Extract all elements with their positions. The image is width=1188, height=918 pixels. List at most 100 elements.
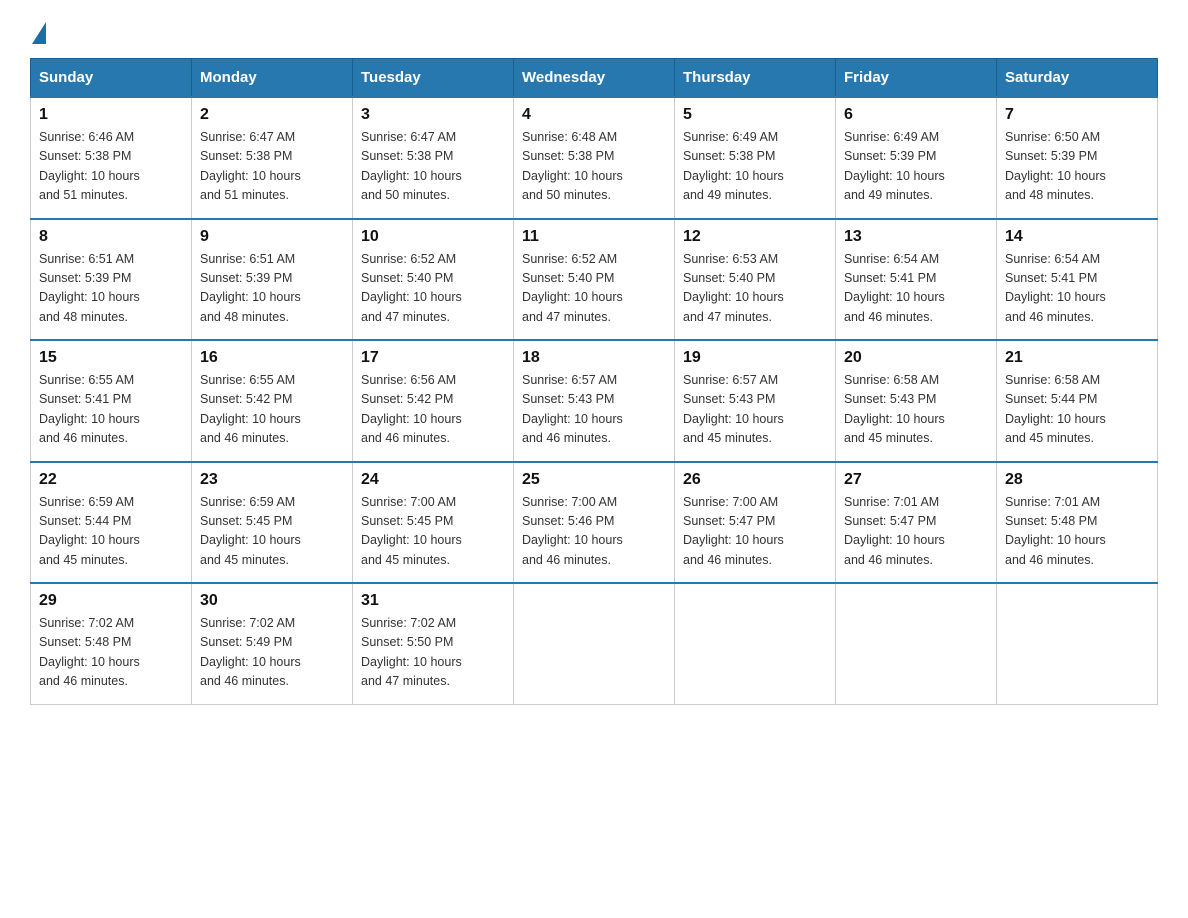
day-number: 18 xyxy=(522,349,666,367)
day-number: 2 xyxy=(200,106,344,124)
day-number: 20 xyxy=(844,349,988,367)
day-number: 6 xyxy=(844,106,988,124)
day-info: Sunrise: 6:55 AMSunset: 5:41 PMDaylight:… xyxy=(39,371,183,449)
day-cell: 24 Sunrise: 7:00 AMSunset: 5:45 PMDayligh… xyxy=(353,462,514,584)
day-info: Sunrise: 7:00 AMSunset: 5:45 PMDaylight:… xyxy=(361,493,505,571)
day-info: Sunrise: 6:52 AMSunset: 5:40 PMDaylight:… xyxy=(361,250,505,328)
day-number: 28 xyxy=(1005,471,1149,489)
day-info: Sunrise: 6:47 AMSunset: 5:38 PMDaylight:… xyxy=(361,128,505,206)
day-number: 13 xyxy=(844,228,988,246)
day-cell: 16Sunrise: 6:55 AMSunset: 5:42 PMDayligh… xyxy=(192,340,353,462)
day-info: Sunrise: 6:59 AMSunset: 5:45 PMDaylight:… xyxy=(200,493,344,571)
week-row-4: 22 Sunrise: 6:59 AMSunset: 5:44 PMDayligh… xyxy=(31,462,1158,584)
day-cell: 28 Sunrise: 7:01 AMSunset: 5:48 PMDayligh… xyxy=(997,462,1158,584)
day-info: Sunrise: 7:02 AMSunset: 5:48 PMDaylight:… xyxy=(39,614,183,692)
calendar-table: SundayMondayTuesdayWednesdayThursdayFrid… xyxy=(30,58,1158,705)
day-number: 16 xyxy=(200,349,344,367)
day-info: Sunrise: 6:50 AMSunset: 5:39 PMDaylight:… xyxy=(1005,128,1149,206)
day-info: Sunrise: 7:02 AMSunset: 5:50 PMDaylight:… xyxy=(361,614,505,692)
column-header-saturday: Saturday xyxy=(997,59,1158,98)
day-info: Sunrise: 6:54 AMSunset: 5:41 PMDaylight:… xyxy=(844,250,988,328)
day-number: 31 xyxy=(361,592,505,610)
day-number: 21 xyxy=(1005,349,1149,367)
day-info: Sunrise: 7:00 AMSunset: 5:47 PMDaylight:… xyxy=(683,493,827,571)
day-cell: 17 Sunrise: 6:56 AMSunset: 5:42 PMDayligh… xyxy=(353,340,514,462)
day-cell xyxy=(836,583,997,704)
day-number: 3 xyxy=(361,106,505,124)
day-number: 29 xyxy=(39,592,183,610)
day-info: Sunrise: 6:53 AMSunset: 5:40 PMDaylight:… xyxy=(683,250,827,328)
page-header xyxy=(30,20,1158,40)
logo-triangle-icon xyxy=(32,22,46,44)
day-info: Sunrise: 7:00 AMSunset: 5:46 PMDaylight:… xyxy=(522,493,666,571)
week-row-2: 8 Sunrise: 6:51 AMSunset: 5:39 PMDaylight… xyxy=(31,219,1158,341)
day-cell: 29 Sunrise: 7:02 AMSunset: 5:48 PMDayligh… xyxy=(31,583,192,704)
day-number: 25 xyxy=(522,471,666,489)
day-number: 10 xyxy=(361,228,505,246)
day-info: Sunrise: 6:52 AMSunset: 5:40 PMDaylight:… xyxy=(522,250,666,328)
day-info: Sunrise: 6:57 AMSunset: 5:43 PMDaylight:… xyxy=(522,371,666,449)
day-info: Sunrise: 6:54 AMSunset: 5:41 PMDaylight:… xyxy=(1005,250,1149,328)
day-number: 26 xyxy=(683,471,827,489)
day-cell: 13 Sunrise: 6:54 AMSunset: 5:41 PMDayligh… xyxy=(836,219,997,341)
column-header-monday: Monday xyxy=(192,59,353,98)
day-number: 1 xyxy=(39,106,183,124)
day-cell: 27Sunrise: 7:01 AMSunset: 5:47 PMDayligh… xyxy=(836,462,997,584)
day-cell: 7 Sunrise: 6:50 AMSunset: 5:39 PMDaylight… xyxy=(997,97,1158,219)
day-info: Sunrise: 6:58 AMSunset: 5:43 PMDaylight:… xyxy=(844,371,988,449)
day-cell: 9 Sunrise: 6:51 AMSunset: 5:39 PMDaylight… xyxy=(192,219,353,341)
day-cell: 18 Sunrise: 6:57 AMSunset: 5:43 PMDayligh… xyxy=(514,340,675,462)
day-number: 8 xyxy=(39,228,183,246)
day-cell: 26 Sunrise: 7:00 AMSunset: 5:47 PMDayligh… xyxy=(675,462,836,584)
day-info: Sunrise: 6:59 AMSunset: 5:44 PMDaylight:… xyxy=(39,493,183,571)
column-header-friday: Friday xyxy=(836,59,997,98)
day-info: Sunrise: 6:49 AMSunset: 5:39 PMDaylight:… xyxy=(844,128,988,206)
day-number: 23 xyxy=(200,471,344,489)
day-number: 22 xyxy=(39,471,183,489)
day-info: Sunrise: 6:51 AMSunset: 5:39 PMDaylight:… xyxy=(200,250,344,328)
day-info: Sunrise: 6:49 AMSunset: 5:38 PMDaylight:… xyxy=(683,128,827,206)
day-number: 30 xyxy=(200,592,344,610)
day-number: 24 xyxy=(361,471,505,489)
day-cell: 4Sunrise: 6:48 AMSunset: 5:38 PMDaylight… xyxy=(514,97,675,219)
day-info: Sunrise: 7:01 AMSunset: 5:47 PMDaylight:… xyxy=(844,493,988,571)
day-cell xyxy=(675,583,836,704)
day-number: 12 xyxy=(683,228,827,246)
day-cell: 23 Sunrise: 6:59 AMSunset: 5:45 PMDayligh… xyxy=(192,462,353,584)
day-cell: 25 Sunrise: 7:00 AMSunset: 5:46 PMDayligh… xyxy=(514,462,675,584)
day-cell: 19Sunrise: 6:57 AMSunset: 5:43 PMDayligh… xyxy=(675,340,836,462)
day-info: Sunrise: 7:01 AMSunset: 5:48 PMDaylight:… xyxy=(1005,493,1149,571)
day-info: Sunrise: 6:58 AMSunset: 5:44 PMDaylight:… xyxy=(1005,371,1149,449)
day-cell: 20 Sunrise: 6:58 AMSunset: 5:43 PMDayligh… xyxy=(836,340,997,462)
column-header-tuesday: Tuesday xyxy=(353,59,514,98)
day-cell: 11 Sunrise: 6:52 AMSunset: 5:40 PMDayligh… xyxy=(514,219,675,341)
day-number: 9 xyxy=(200,228,344,246)
day-number: 11 xyxy=(522,228,666,246)
day-number: 7 xyxy=(1005,106,1149,124)
day-cell: 2Sunrise: 6:47 AMSunset: 5:38 PMDaylight… xyxy=(192,97,353,219)
day-info: Sunrise: 6:51 AMSunset: 5:39 PMDaylight:… xyxy=(39,250,183,328)
day-cell: 30 Sunrise: 7:02 AMSunset: 5:49 PMDayligh… xyxy=(192,583,353,704)
column-header-thursday: Thursday xyxy=(675,59,836,98)
day-info: Sunrise: 6:57 AMSunset: 5:43 PMDaylight:… xyxy=(683,371,827,449)
column-header-sunday: Sunday xyxy=(31,59,192,98)
day-cell: 15 Sunrise: 6:55 AMSunset: 5:41 PMDayligh… xyxy=(31,340,192,462)
day-cell xyxy=(514,583,675,704)
day-cell: 3 Sunrise: 6:47 AMSunset: 5:38 PMDaylight… xyxy=(353,97,514,219)
day-cell: 8 Sunrise: 6:51 AMSunset: 5:39 PMDaylight… xyxy=(31,219,192,341)
week-row-3: 15 Sunrise: 6:55 AMSunset: 5:41 PMDayligh… xyxy=(31,340,1158,462)
day-info: Sunrise: 7:02 AMSunset: 5:49 PMDaylight:… xyxy=(200,614,344,692)
day-info: Sunrise: 6:48 AMSunset: 5:38 PMDaylight:… xyxy=(522,128,666,206)
day-number: 5 xyxy=(683,106,827,124)
day-cell: 1Sunrise: 6:46 AMSunset: 5:38 PMDaylight… xyxy=(31,97,192,219)
day-cell: 22 Sunrise: 6:59 AMSunset: 5:44 PMDayligh… xyxy=(31,462,192,584)
day-info: Sunrise: 6:56 AMSunset: 5:42 PMDaylight:… xyxy=(361,371,505,449)
day-number: 17 xyxy=(361,349,505,367)
week-row-1: 1Sunrise: 6:46 AMSunset: 5:38 PMDaylight… xyxy=(31,97,1158,219)
week-row-5: 29 Sunrise: 7:02 AMSunset: 5:48 PMDayligh… xyxy=(31,583,1158,704)
day-cell: 6 Sunrise: 6:49 AMSunset: 5:39 PMDaylight… xyxy=(836,97,997,219)
day-cell: 21 Sunrise: 6:58 AMSunset: 5:44 PMDayligh… xyxy=(997,340,1158,462)
day-number: 15 xyxy=(39,349,183,367)
column-header-wednesday: Wednesday xyxy=(514,59,675,98)
day-cell: 10 Sunrise: 6:52 AMSunset: 5:40 PMDayligh… xyxy=(353,219,514,341)
